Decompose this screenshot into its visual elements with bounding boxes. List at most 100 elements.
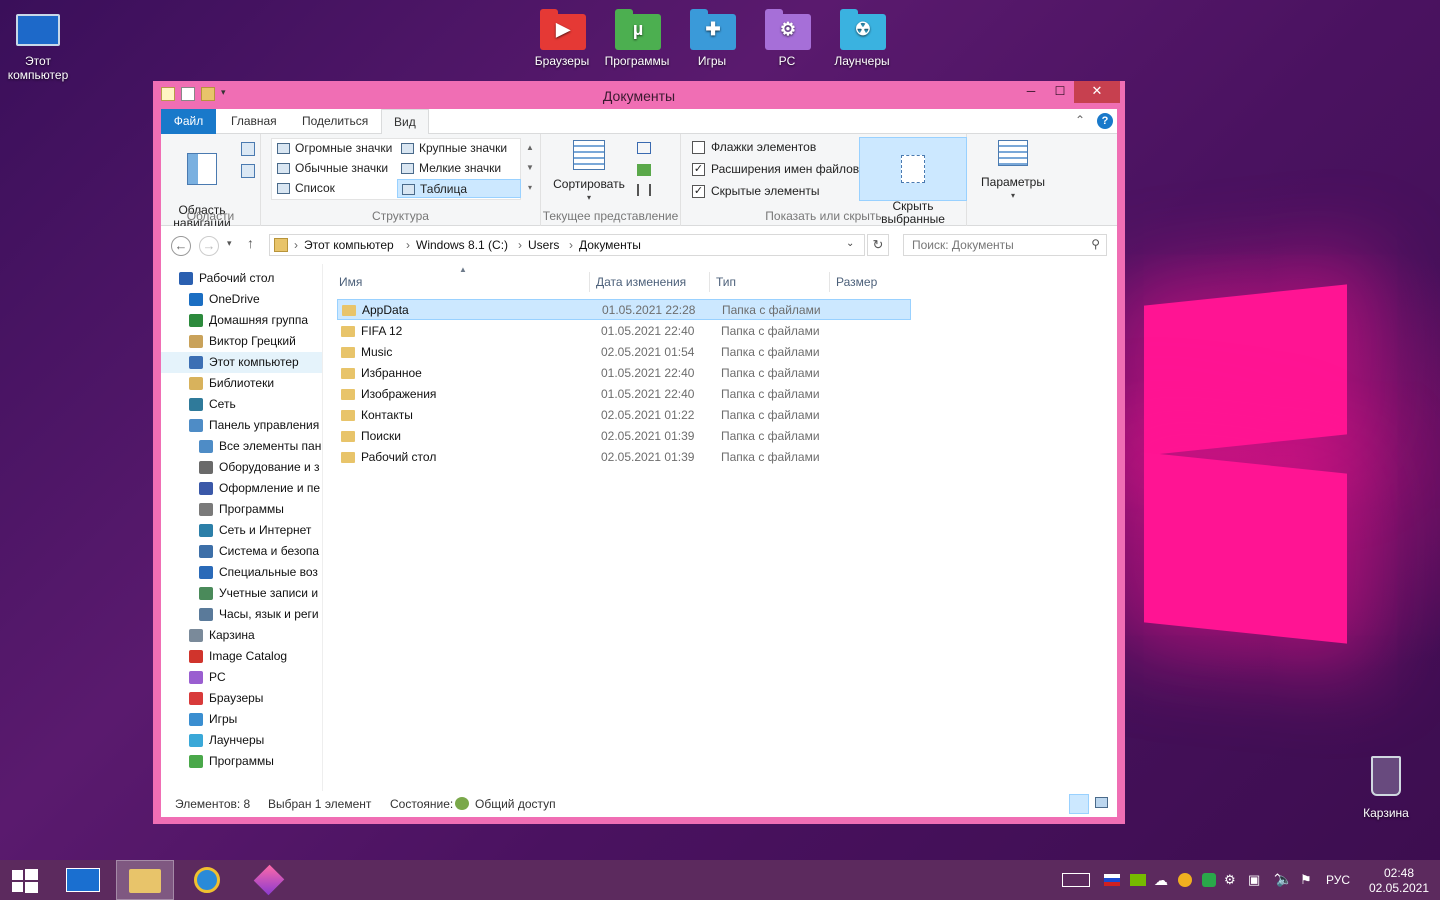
options-button[interactable]: Параметры ▾ [973, 140, 1053, 202]
shield-icon[interactable] [1202, 873, 1216, 887]
file-row[interactable]: FIFA 12 01.05.2021 22:40 Папка с файлами [337, 321, 911, 342]
breadcrumb[interactable]: Windows 8.1 (C:) [416, 238, 508, 252]
desktop-icon-games[interactable]: ✚ Игры [674, 9, 750, 68]
file-row[interactable]: Поиски 02.05.2021 01:39 Папка с файлами [337, 426, 911, 447]
recent-locations-icon[interactable]: ▾ [227, 238, 232, 249]
file-row[interactable]: AppData 01.05.2021 22:28 Папка с файлами [337, 299, 911, 320]
nav-item[interactable]: Специальные воз [161, 562, 322, 583]
app-tray-icon[interactable] [1178, 873, 1192, 887]
security-icon[interactable]: ⚙ [1224, 872, 1236, 888]
collapse-ribbon-icon[interactable]: ⌃ [1075, 113, 1085, 127]
refresh-icon[interactable]: ↻ [867, 234, 889, 256]
layout-list[interactable]: Список [273, 179, 335, 198]
group-by-icon[interactable] [637, 142, 651, 154]
nav-item[interactable]: Игры [161, 709, 322, 730]
nav-item[interactable]: Браузеры [161, 688, 322, 709]
layout-large-icons[interactable]: Крупные значки [397, 139, 507, 158]
column-header-date[interactable]: Дата изменения [589, 272, 709, 292]
desktop-icon-pc[interactable]: ⚙ PC [749, 9, 825, 68]
desktop-icon-this-pc[interactable]: Этот компьютер [0, 14, 76, 82]
column-header-name[interactable]: Имя [333, 272, 589, 292]
breadcrumb[interactable]: Документы [579, 238, 641, 252]
close-button[interactable]: ✕ [1074, 81, 1120, 103]
hidden-items-checkbox[interactable]: ✓ Скрытые элементы [689, 181, 820, 201]
breadcrumb[interactable]: Этот компьютер [304, 238, 394, 252]
details-view-icon[interactable] [1069, 794, 1089, 814]
network-icon[interactable]: ▣ [1248, 872, 1260, 888]
sort-by-button[interactable]: Сортировать ▾ [551, 140, 627, 204]
layout-details[interactable]: Таблица [397, 179, 521, 198]
tab-share[interactable]: Поделиться [290, 109, 380, 134]
volume-icon[interactable]: 🔈 [1276, 872, 1292, 888]
nav-item[interactable]: OneDrive [161, 289, 322, 310]
file-row[interactable]: Рабочий стол 02.05.2021 01:39 Папка с файл… [337, 447, 911, 468]
title-bar[interactable]: ▾ Документы ─ ☐ ✕ [153, 81, 1125, 109]
nav-item[interactable]: Сеть и Интернет [161, 520, 322, 541]
layout-small-icons[interactable]: Мелкие значки [397, 159, 501, 178]
tab-view[interactable]: Вид [381, 109, 429, 135]
nav-item[interactable]: Система и безопа [161, 541, 322, 562]
layout-extra-large-icons[interactable]: Огромные значки [273, 139, 392, 158]
minimize-button[interactable]: ─ [1017, 81, 1045, 103]
nav-item[interactable]: Рабочий стол [161, 268, 322, 289]
breadcrumb[interactable]: Users [528, 238, 559, 252]
file-row[interactable]: Изображения 01.05.2021 22:40 Папка с файла… [337, 384, 911, 405]
nav-item[interactable]: Часы, язык и реги [161, 604, 322, 625]
taskbar-task-view[interactable] [54, 860, 112, 900]
nav-item[interactable]: Image Catalog [161, 646, 322, 667]
nav-item[interactable]: PC [161, 667, 322, 688]
file-row[interactable]: Избранное 01.05.2021 22:40 Папка с файлами [337, 363, 911, 384]
desktop-icon-browsers[interactable]: ▶ Браузеры [524, 9, 600, 68]
tab-file[interactable]: Файл [161, 109, 216, 134]
language-indicator[interactable]: РУС [1326, 860, 1358, 900]
preview-pane-icon[interactable] [241, 142, 255, 156]
nav-item[interactable]: Программы [161, 751, 322, 772]
nav-item[interactable]: Все элементы пан [161, 436, 322, 457]
file-row[interactable]: Music 02.05.2021 01:54 Папка с файлами [337, 342, 911, 363]
nvidia-icon[interactable] [1130, 874, 1146, 886]
nav-item[interactable]: Виктор Грецкий [161, 331, 322, 352]
layout-medium-icons[interactable]: Обычные значки [273, 159, 388, 178]
file-row[interactable]: Контакты 02.05.2021 01:22 Папка с файлами [337, 405, 911, 426]
nav-item[interactable]: Оформление и пе [161, 478, 322, 499]
nav-item[interactable]: Оборудование и з [161, 457, 322, 478]
nav-item[interactable]: Программы [161, 499, 322, 520]
nav-item[interactable]: Домашняя группа [161, 310, 322, 331]
layout-scroll-icon[interactable]: ▲ ▼ ▾ [525, 138, 535, 200]
russian-flag-icon[interactable] [1104, 874, 1120, 886]
nav-item[interactable]: Учетные записи и [161, 583, 322, 604]
up-button[interactable]: ↑ [247, 235, 254, 251]
hide-selected-button[interactable]: Скрыть выбранные элементы [859, 137, 967, 239]
desktop-icon-launchers[interactable]: ☢ Лаунчеры [824, 9, 900, 68]
address-dropdown-icon[interactable]: ⌄ [846, 238, 854, 249]
taskbar-browser[interactable] [178, 860, 236, 900]
maximize-button[interactable]: ☐ [1046, 81, 1074, 103]
nav-item[interactable]: Панель управления [161, 415, 322, 436]
nav-item[interactable]: Библиотеки [161, 373, 322, 394]
desktop-icon-programs[interactable]: µ Программы [599, 9, 675, 68]
item-checkboxes-checkbox[interactable]: Флажки элементов [689, 137, 816, 157]
details-pane-icon[interactable] [241, 164, 255, 178]
nav-item[interactable]: Сеть [161, 394, 322, 415]
column-header-size[interactable]: Размер [829, 272, 909, 292]
add-columns-icon[interactable] [637, 164, 651, 176]
file-extensions-checkbox[interactable]: ✓ Расширения имен файлов [689, 159, 859, 179]
forward-button[interactable]: → [199, 236, 219, 256]
column-header-type[interactable]: Тип [709, 272, 829, 292]
address-bar[interactable]: › Этот компьютер › Windows 8.1 (C:) › Us… [269, 234, 865, 256]
tab-home[interactable]: Главная [219, 109, 289, 134]
back-button[interactable]: ← [171, 236, 191, 256]
nav-item[interactable]: Лаунчеры [161, 730, 322, 751]
start-button[interactable] [0, 860, 48, 900]
onedrive-icon[interactable]: ☁ [1154, 872, 1168, 889]
clock[interactable]: 02:48 02.05.2021 [1362, 860, 1436, 900]
keyboard-icon[interactable] [1062, 873, 1090, 887]
nav-item[interactable]: Этот компьютер [161, 352, 322, 373]
nav-item[interactable]: Карзина [161, 625, 322, 646]
large-icons-view-icon[interactable] [1095, 797, 1108, 808]
taskbar-explorer[interactable] [116, 860, 174, 900]
desktop-icon-recycle-bin[interactable]: Карзина [1348, 756, 1424, 820]
size-columns-icon[interactable] [637, 184, 651, 196]
search-input[interactable]: Поиск: Документы ⚲ [903, 234, 1107, 256]
flag-icon[interactable]: ⚑ [1300, 872, 1312, 888]
